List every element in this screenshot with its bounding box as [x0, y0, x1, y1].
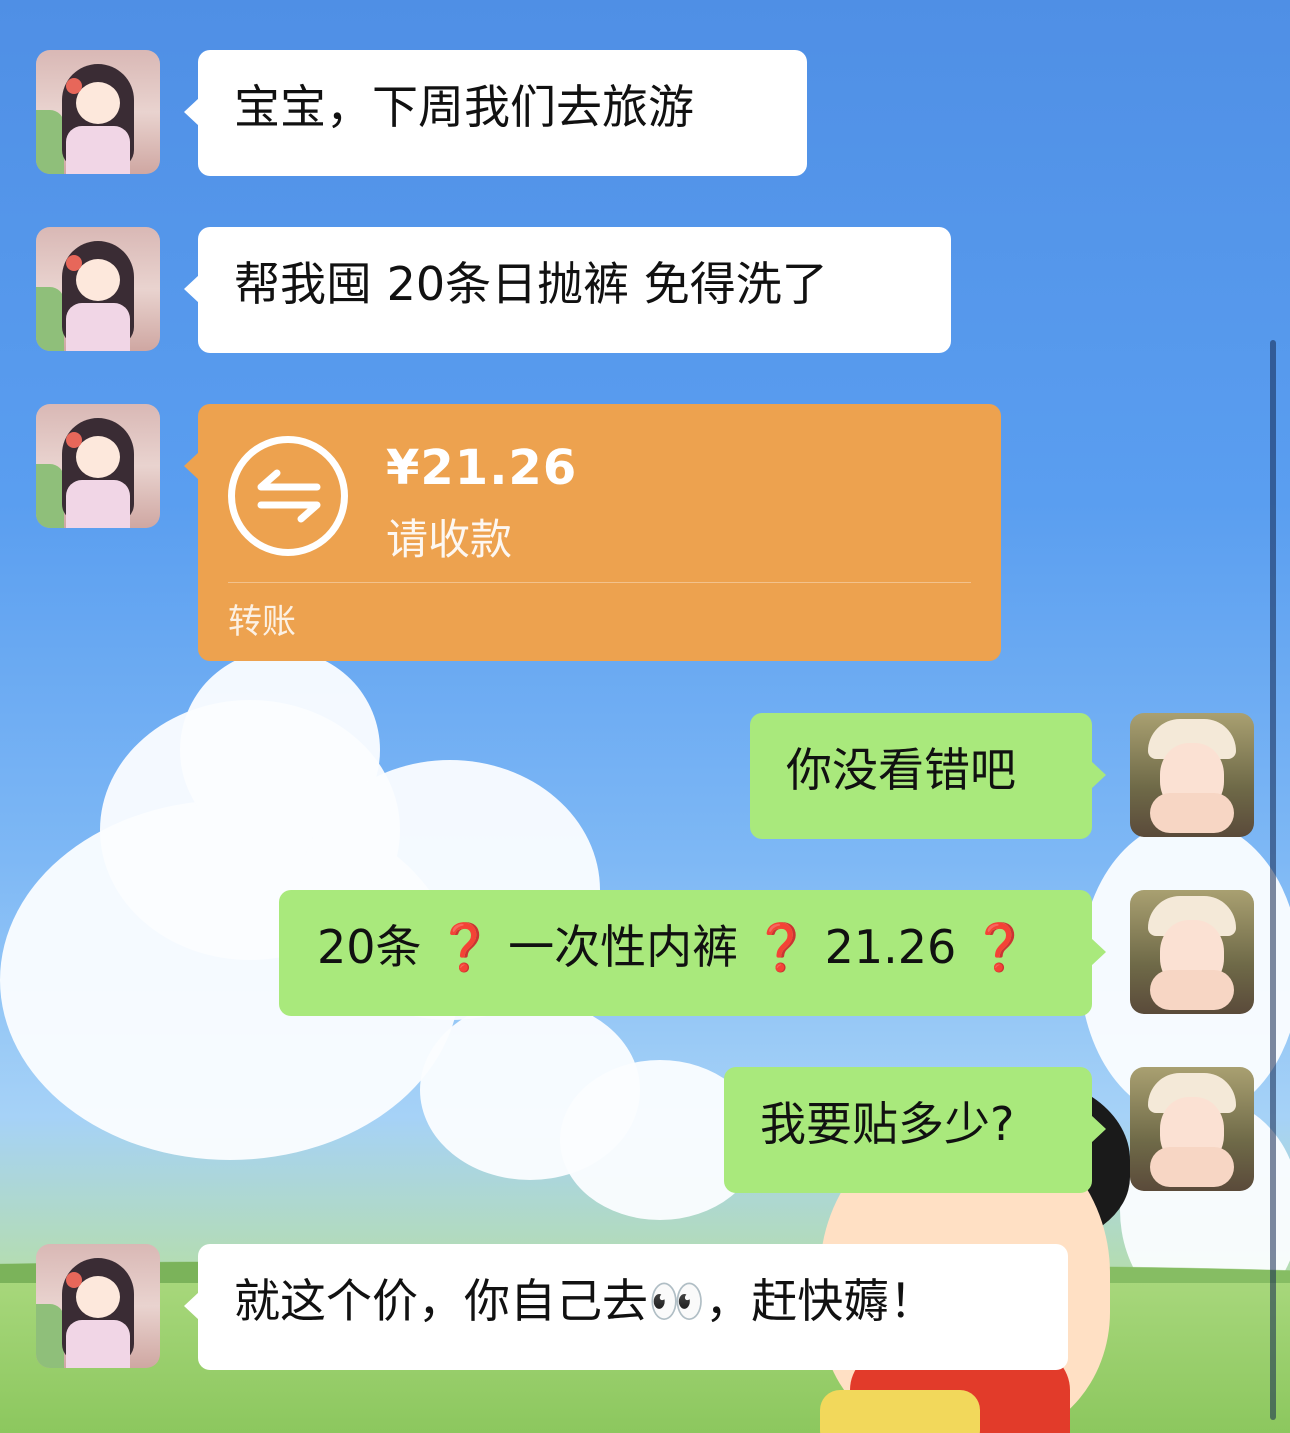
scrollbar[interactable]: [1270, 340, 1276, 1420]
avatar-dress: [66, 126, 130, 174]
transfer-type-label: 转账: [228, 602, 296, 642]
message-text: 帮我囤 20条日抛裤 免得洗了: [234, 257, 828, 311]
sender-avatar[interactable]: [36, 50, 160, 174]
transfer-amount: ¥21.26: [386, 440, 578, 496]
avatar-flower: [66, 432, 82, 448]
transfer-status: 请收款: [386, 515, 513, 564]
transfer-divider: [228, 582, 971, 583]
avatar-face: [76, 1276, 120, 1318]
transfer-card[interactable]: ¥21.26 请收款 转账: [184, 404, 1001, 661]
message-text-part: 一次性内裤: [508, 920, 739, 974]
avatar-face: [76, 436, 120, 478]
message-text-part: 20条: [317, 920, 422, 974]
sender-avatar[interactable]: [36, 227, 160, 351]
message-bubble[interactable]: 你没看错吧: [750, 713, 1106, 839]
message-row-left: 就这个价，你自己去👀，赶快薅！: [36, 1244, 1068, 1370]
message-bubble[interactable]: 20条 ❓ 一次性内裤 ❓ 21.26 ❓: [279, 890, 1106, 1016]
avatar-face: [76, 259, 120, 301]
avatar-plant: [36, 110, 64, 174]
self-avatar[interactable]: [1130, 1067, 1254, 1191]
message-row-right: 我要贴多少?: [724, 1067, 1254, 1193]
avatar-plant: [36, 287, 64, 351]
sender-avatar[interactable]: [36, 1244, 160, 1368]
message-text-part: ，赶快薅！: [705, 1274, 936, 1328]
cartoon-shorts: [820, 1390, 980, 1433]
message-text-part: 就这个价，你自己去: [234, 1274, 648, 1328]
message-bubble[interactable]: 帮我囤 20条日抛裤 免得洗了: [184, 227, 951, 353]
avatar-dress: [66, 480, 130, 528]
message-row-left: 宝宝，下周我们去旅游: [36, 50, 807, 176]
self-avatar[interactable]: [1130, 890, 1254, 1014]
avatar-hands: [1150, 793, 1234, 833]
sender-avatar[interactable]: [36, 404, 160, 528]
message-text: 我要贴多少?: [760, 1097, 1015, 1151]
message-text: 你没看错吧: [786, 743, 1016, 797]
message-text: 宝宝，下周我们去旅游: [234, 80, 694, 134]
avatar-hands: [1150, 1147, 1234, 1187]
avatar-flower: [66, 1272, 82, 1288]
avatar-flower: [66, 78, 82, 94]
question-mark-emoji: ❓: [752, 920, 810, 974]
message-text-part: 21.26: [824, 920, 957, 974]
self-avatar[interactable]: [1130, 713, 1254, 837]
message-bubble[interactable]: 宝宝，下周我们去旅游: [184, 50, 807, 176]
avatar-plant: [36, 464, 64, 528]
message-bubble[interactable]: 就这个价，你自己去👀，赶快薅！: [184, 1244, 1068, 1370]
question-mark-emoji: ❓: [970, 920, 1029, 974]
avatar-flower: [66, 255, 82, 271]
question-mark-emoji: ❓: [436, 920, 494, 974]
eyes-emoji: 👀: [648, 1274, 706, 1328]
message-row-left: [36, 404, 160, 528]
arrows-exchange-icon: [228, 436, 348, 556]
message-row-left: 帮我囤 20条日抛裤 免得洗了: [36, 227, 951, 353]
avatar-hands: [1150, 970, 1234, 1010]
avatar-plant: [36, 1304, 64, 1368]
avatar-dress: [66, 303, 130, 351]
message-row-right: 你没看错吧: [750, 713, 1254, 839]
avatar-face: [76, 82, 120, 124]
message-bubble[interactable]: 我要贴多少?: [724, 1067, 1106, 1193]
avatar-dress: [66, 1320, 130, 1368]
message-row-right: 20条 ❓ 一次性内裤 ❓ 21.26 ❓: [279, 890, 1254, 1016]
